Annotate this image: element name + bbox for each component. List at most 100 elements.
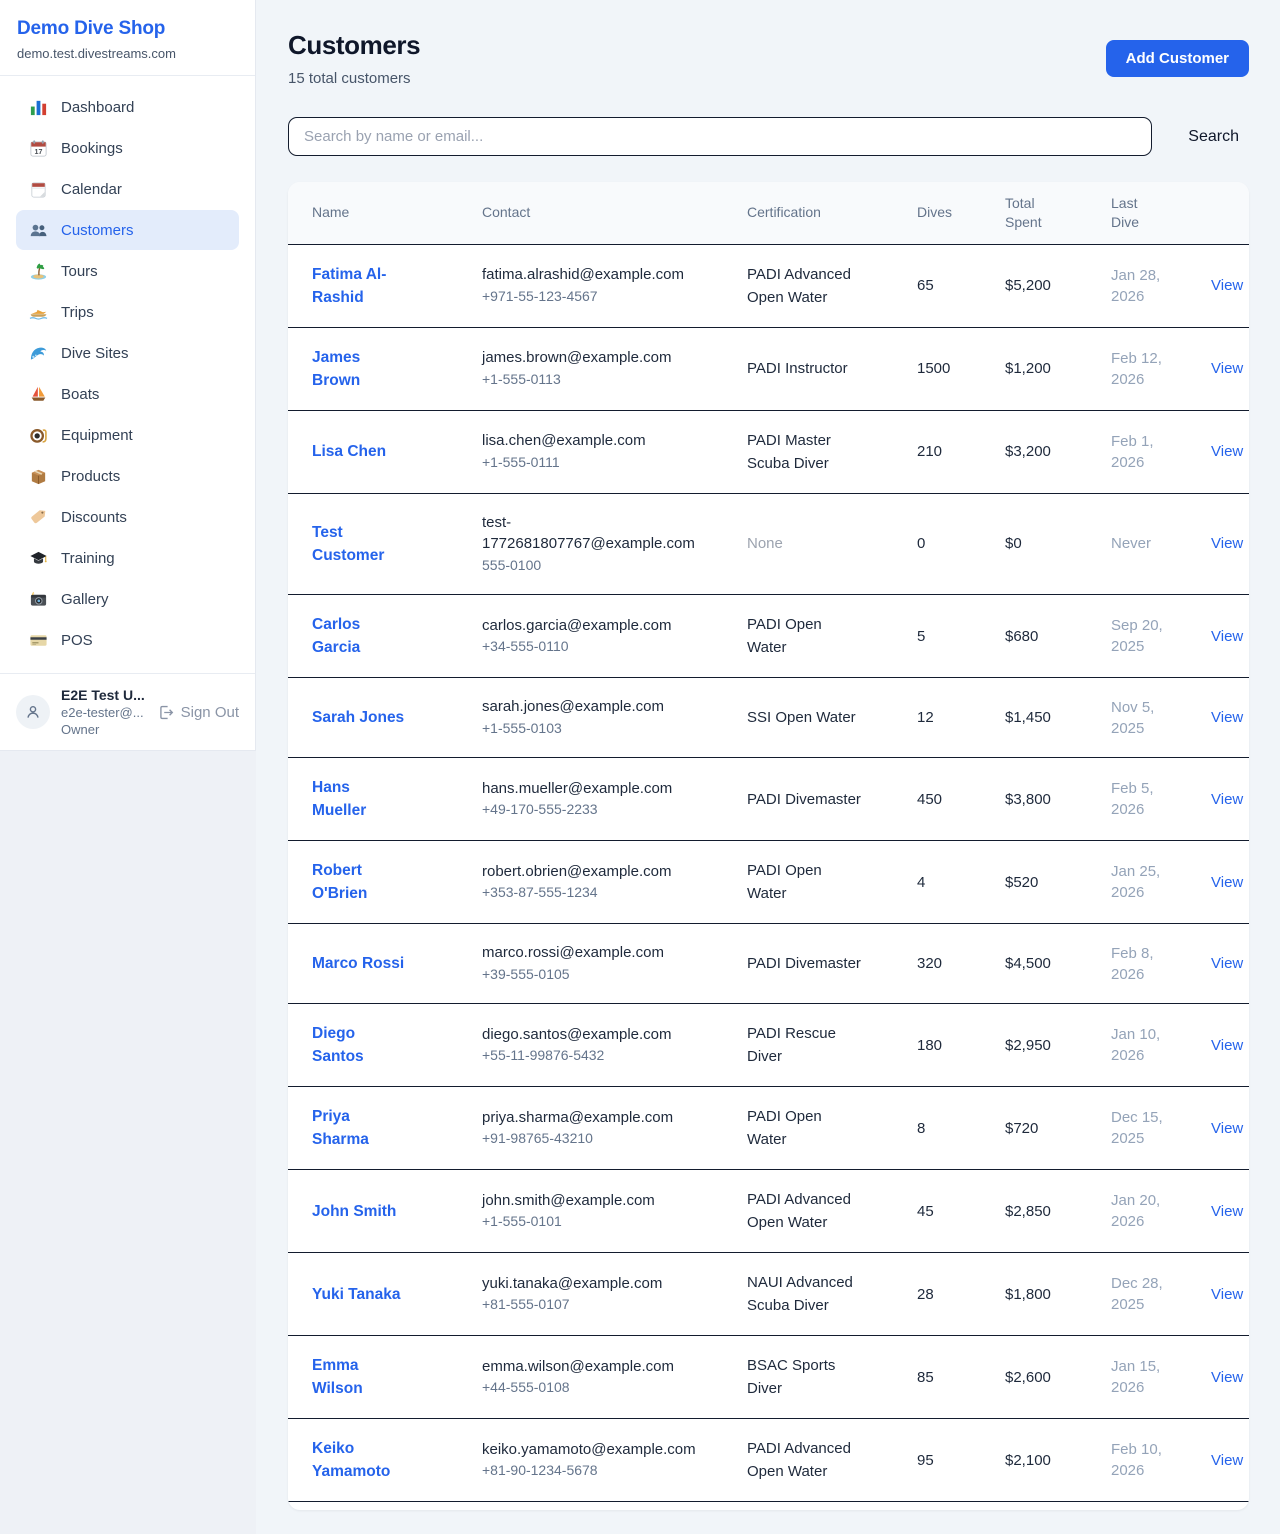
sidebar-item-dashboard[interactable]: Dashboard [16, 87, 239, 127]
sidebar-item-equipment[interactable]: Equipment [16, 415, 239, 455]
column-header-contact: Contact [458, 182, 723, 244]
sidebar-item-dive-sites[interactable]: Dive Sites [16, 333, 239, 373]
bookings-icon: 17 [28, 138, 48, 158]
view-link[interactable]: View [1211, 874, 1243, 891]
customer-certification: PADI Advanced Open Water [723, 1170, 893, 1253]
svg-text:17: 17 [34, 147, 42, 155]
sidebar-item-label: Boats [61, 386, 99, 403]
customer-email: james.brown@example.com [482, 347, 717, 369]
search-row: Search [288, 117, 1249, 156]
customer-name-link[interactable]: Lisa Chen [312, 440, 386, 463]
customer-contact: keiko.yamamoto@example.com+81-90-1234-56… [458, 1419, 723, 1502]
sign-out-button[interactable]: Sign Out [157, 704, 239, 721]
view-link[interactable]: View [1211, 277, 1243, 294]
customer-name-link[interactable]: Robert O'Brien [312, 859, 408, 905]
view-link[interactable]: View [1211, 628, 1243, 645]
view-link[interactable]: View [1211, 955, 1243, 972]
view-link[interactable]: View [1211, 360, 1243, 377]
customer-certification: PADI Rescue Diver [723, 1004, 893, 1087]
sidebar-item-gallery[interactable]: Gallery [16, 579, 239, 619]
customer-certification: None [723, 493, 893, 595]
view-link[interactable]: View [1211, 1203, 1243, 1220]
customer-last-dive: Feb 12, 2026 [1087, 327, 1187, 410]
table-row: Sarah Jones sarah.jones@example.com+1-555… [288, 678, 1249, 758]
sidebar-item-pos[interactable]: POS [16, 620, 239, 660]
view-link[interactable]: View [1211, 1369, 1243, 1386]
customer-name-link[interactable]: Hans Mueller [312, 776, 408, 822]
customer-last-dive: Never [1087, 493, 1187, 595]
view-link[interactable]: View [1211, 443, 1243, 460]
customer-name-link[interactable]: James Brown [312, 346, 408, 392]
discounts-icon [28, 507, 48, 527]
customer-name-link[interactable]: Priya Sharma [312, 1105, 408, 1151]
sidebar-item-label: Dive Sites [61, 345, 129, 362]
customer-phone: +1-555-0103 [482, 718, 717, 740]
customer-email: carlos.garcia@example.com [482, 615, 717, 637]
customer-certification: SSI Open Water [723, 678, 893, 758]
customer-total-spent: $5,200 [981, 244, 1087, 327]
customer-phone: +34-555-0110 [482, 636, 717, 658]
customer-name-link[interactable]: Test Customer [312, 521, 408, 567]
customer-certification: PADI Instructor [723, 327, 893, 410]
sidebar-item-bookings[interactable]: 17Bookings [16, 128, 239, 168]
customers-table-card: Name Contact Certification Dives Total S… [288, 182, 1249, 1510]
table-row: Diego Santos diego.santos@example.com+55-… [288, 1004, 1249, 1087]
view-link[interactable]: View [1211, 1452, 1243, 1469]
customer-phone: 555-0100 [482, 555, 717, 577]
customer-phone: +353-87-555-1234 [482, 882, 717, 904]
customer-contact: sarah.jones@example.com+1-555-0103 [458, 678, 723, 758]
add-customer-button[interactable]: Add Customer [1106, 40, 1249, 77]
customer-name-link[interactable]: Carlos Garcia [312, 613, 408, 659]
customer-dives: 12 [893, 678, 981, 758]
sidebar-item-trips[interactable]: Trips [16, 292, 239, 332]
customer-last-dive: Feb 1, 2026 [1087, 410, 1187, 493]
customer-name-link[interactable]: Fatima Al-Rashid [312, 263, 408, 309]
customer-certification: PADI Master Scuba Diver [723, 410, 893, 493]
customer-total-spent: $2,850 [981, 1170, 1087, 1253]
sidebar-item-customers[interactable]: Customers [16, 210, 239, 250]
view-link[interactable]: View [1211, 1037, 1243, 1054]
customer-name-link[interactable]: Marco Rossi [312, 952, 404, 975]
column-header-total-spent: Total Spent [981, 182, 1087, 244]
customer-certification: PADI Advanced Open Water [723, 1419, 893, 1502]
view-link[interactable]: View [1211, 791, 1243, 808]
customer-contact: diego.santos@example.com+55-11-99876-543… [458, 1004, 723, 1087]
customer-name-link[interactable]: Diego Santos [312, 1022, 408, 1068]
view-link[interactable]: View [1211, 1120, 1243, 1137]
column-header-last-dive: Last Dive [1087, 182, 1187, 244]
sidebar-item-training[interactable]: Training [16, 538, 239, 578]
customer-name-link[interactable]: Yuki Tanaka [312, 1283, 400, 1306]
view-link[interactable]: View [1211, 709, 1243, 726]
search-button[interactable]: Search [1178, 122, 1249, 152]
customer-contact: hans.mueller@example.com+49-170-555-2233 [458, 758, 723, 841]
column-header-name: Name [288, 182, 458, 244]
sidebar-item-label: Discounts [61, 509, 127, 526]
sidebar-item-boats[interactable]: Boats [16, 374, 239, 414]
sidebar-item-products[interactable]: Products [16, 456, 239, 496]
customer-name-link[interactable]: Sarah Jones [312, 706, 404, 729]
customer-dives: 5 [893, 595, 981, 678]
products-icon [28, 466, 48, 486]
customer-name-link[interactable]: Emma Wilson [312, 1354, 408, 1400]
user-info: E2E Test U... e2e-tester@... Owner [61, 687, 145, 737]
table-row: Carlos Garcia carlos.garcia@example.com+3… [288, 595, 1249, 678]
sidebar-item-label: Tours [61, 263, 98, 280]
customers-table: Name Contact Certification Dives Total S… [288, 182, 1249, 1502]
sidebar-item-tours[interactable]: Tours [16, 251, 239, 291]
customer-email: marco.rossi@example.com [482, 942, 717, 964]
customer-contact: marco.rossi@example.com+39-555-0105 [458, 924, 723, 1004]
page-subtitle: 15 total customers [288, 70, 420, 87]
sidebar-item-discounts[interactable]: Discounts [16, 497, 239, 537]
sidebar-item-calendar[interactable]: Calendar [16, 169, 239, 209]
customer-last-dive: Dec 15, 2025 [1087, 1087, 1187, 1170]
search-input[interactable] [288, 117, 1152, 156]
customer-email: hans.mueller@example.com [482, 778, 717, 800]
customer-name-link[interactable]: Keiko Yamamoto [312, 1437, 408, 1483]
customer-name-link[interactable]: John Smith [312, 1200, 396, 1223]
view-link[interactable]: View [1211, 535, 1243, 552]
customer-phone: +1-555-0101 [482, 1211, 717, 1233]
customer-certification: BSAC Sports Diver [723, 1336, 893, 1419]
customer-contact: lisa.chen@example.com+1-555-0111 [458, 410, 723, 493]
user-email: e2e-tester@... [61, 705, 145, 720]
view-link[interactable]: View [1211, 1286, 1243, 1303]
